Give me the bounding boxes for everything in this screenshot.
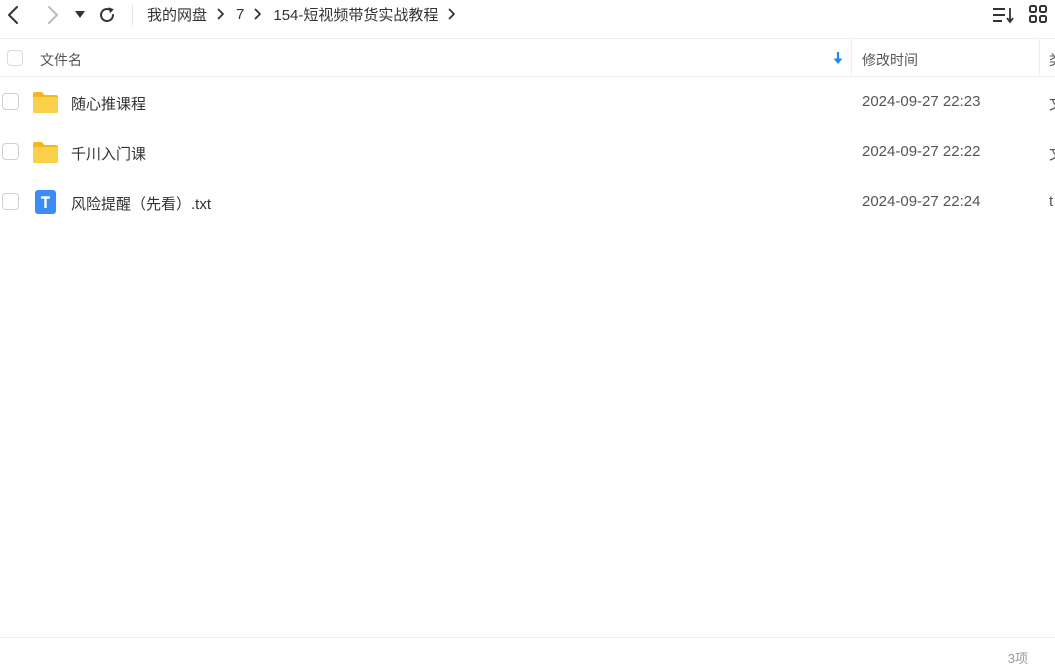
- folder-icon: [33, 142, 58, 163]
- breadcrumb-item-root[interactable]: 我的网盘: [147, 4, 207, 25]
- file-table-header: 文件名 修改时间 类: [0, 38, 1055, 77]
- file-name[interactable]: 随心推课程: [71, 93, 146, 114]
- row-checkbox[interactable]: [2, 93, 19, 110]
- refresh-button[interactable]: [94, 2, 120, 28]
- status-bar: 3项: [0, 637, 1055, 669]
- table-row[interactable]: 随心推课程 2024-09-27 22:23 文: [0, 77, 1055, 127]
- file-type: t: [1049, 193, 1054, 210]
- breadcrumb-expand-icon[interactable]: [448, 8, 456, 20]
- sort-list-icon: [993, 8, 1014, 24]
- txt-file-icon: [35, 190, 56, 214]
- refresh-icon: [100, 7, 114, 22]
- sort-order-button[interactable]: [991, 4, 1015, 26]
- grid-view-button[interactable]: [1028, 4, 1050, 26]
- file-modified-time: 2024-09-27 22:24: [862, 193, 981, 210]
- back-button[interactable]: [0, 2, 26, 28]
- history-dropdown-button[interactable]: [68, 2, 92, 28]
- file-name[interactable]: 千川入门课: [71, 143, 146, 164]
- file-manager-window: 我的网盘 7 154-短视频带货实战教程 文件名 修改时间 随心推课程 2024…: [0, 0, 1055, 669]
- caret-down-icon: [75, 11, 85, 18]
- row-checkbox[interactable]: [2, 193, 19, 210]
- breadcrumb: 我的网盘 7 154-短视频带货实战教程: [147, 0, 467, 28]
- table-row[interactable]: 风险提醒（先看）.txt 2024-09-27 22:24 t: [0, 177, 1055, 227]
- toolbar: 我的网盘 7 154-短视频带货实战教程: [0, 0, 1055, 30]
- column-divider[interactable]: [1039, 39, 1040, 77]
- breadcrumb-separator-icon: [254, 8, 262, 20]
- column-header-modified[interactable]: 修改时间: [862, 50, 918, 70]
- file-name[interactable]: 风险提醒（先看）.txt: [71, 193, 211, 214]
- item-count: 3项: [1007, 651, 1028, 666]
- breadcrumb-item-current[interactable]: 154-短视频带货实战教程: [273, 4, 438, 25]
- toolbar-divider: [132, 5, 133, 25]
- breadcrumb-separator-icon: [217, 8, 225, 20]
- file-type: 文: [1049, 93, 1055, 114]
- file-type: 文: [1049, 143, 1055, 164]
- column-header-name[interactable]: 文件名: [40, 50, 82, 70]
- chevron-right-icon: [48, 6, 58, 24]
- breadcrumb-item-7[interactable]: 7: [236, 6, 244, 23]
- file-modified-time: 2024-09-27 22:23: [862, 93, 981, 110]
- row-checkbox[interactable]: [2, 143, 19, 160]
- folder-icon: [33, 92, 58, 113]
- grid-view-icon: [1029, 5, 1047, 23]
- chevron-left-icon: [8, 6, 18, 24]
- column-divider[interactable]: [851, 39, 852, 77]
- column-header-type[interactable]: 类: [1049, 50, 1055, 70]
- select-all-checkbox[interactable]: [7, 50, 23, 66]
- file-modified-time: 2024-09-27 22:22: [862, 143, 981, 160]
- table-row[interactable]: 千川入门课 2024-09-27 22:22 文: [0, 127, 1055, 177]
- forward-button[interactable]: [40, 2, 66, 28]
- sort-descending-arrow-icon[interactable]: [832, 51, 844, 68]
